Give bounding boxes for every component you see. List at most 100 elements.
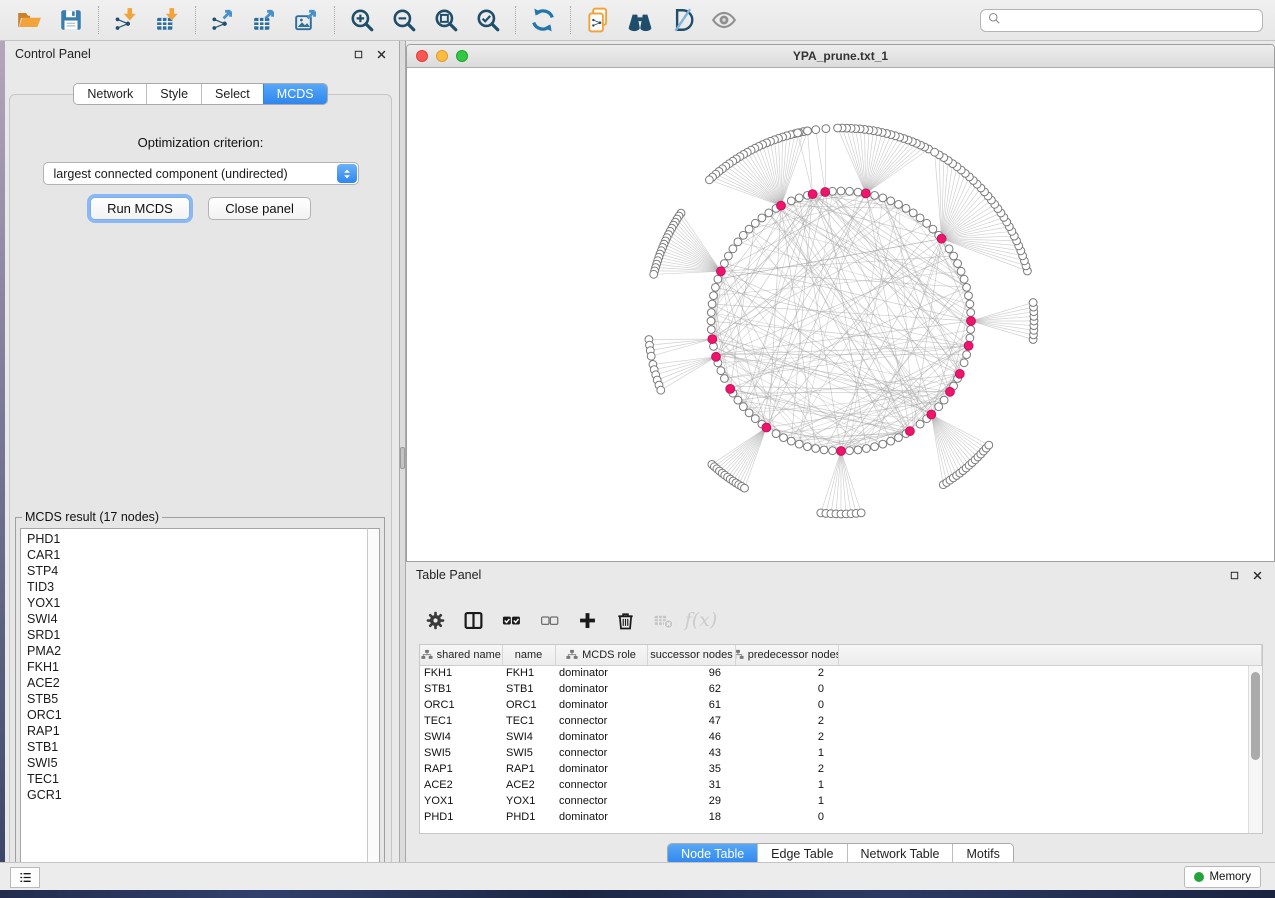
export-image-button[interactable] xyxy=(290,3,324,37)
cell-MCDS-role: connector xyxy=(555,777,647,793)
mcds-result-item[interactable]: STB1 xyxy=(27,739,367,755)
table-row[interactable]: SWI4SWI4dominator462 xyxy=(420,729,1262,745)
tab-mcds[interactable]: MCDS xyxy=(263,84,327,104)
import-table-button[interactable] xyxy=(151,3,185,37)
show-columns-button[interactable] xyxy=(458,605,488,635)
mcds-result-item[interactable]: ACE2 xyxy=(27,675,367,691)
mcds-result-item[interactable]: GCR1 xyxy=(27,787,367,803)
table-row[interactable]: SWI5SWI5connector431 xyxy=(420,745,1262,761)
mcds-result-item[interactable]: RAP1 xyxy=(27,723,367,739)
tab-motifs[interactable]: Motifs xyxy=(952,844,1012,864)
plus-icon xyxy=(577,610,598,631)
window-zoom-traffic-light[interactable] xyxy=(456,50,468,62)
column-header-predecessor-nodes[interactable]: predecessor nodes xyxy=(735,645,838,665)
mcds-result-item[interactable]: STP4 xyxy=(27,563,367,579)
search-icon xyxy=(987,11,1006,31)
run-mcds-button[interactable]: Run MCDS xyxy=(90,197,190,220)
toolbar-separator xyxy=(195,6,196,34)
close-panel-button[interactable]: Close panel xyxy=(208,197,311,220)
table-row[interactable]: YOX1YOX1connector291 xyxy=(420,793,1262,809)
search-input[interactable] xyxy=(1006,13,1256,29)
vertical-splitter[interactable] xyxy=(399,41,406,862)
optimization-criterion-dropdown[interactable]: largest connected component (undirected) xyxy=(43,162,359,185)
cell-predecessor-nodes: 0 xyxy=(735,681,838,697)
delete-button[interactable] xyxy=(610,605,640,635)
table-row[interactable]: ACE2ACE2connector311 xyxy=(420,777,1262,793)
cell-name: FKH1 xyxy=(502,665,555,681)
search-box[interactable] xyxy=(980,9,1263,32)
column-header-successor-nodes[interactable]: successor nodes xyxy=(647,645,735,665)
column-header-MCDS-role[interactable]: MCDS role xyxy=(555,645,647,665)
table-row[interactable]: PHD1PHD1dominator180 xyxy=(420,809,1262,825)
mcds-result-item[interactable]: TEC1 xyxy=(27,771,367,787)
apply-layout-button[interactable] xyxy=(526,3,560,37)
panel-menu-button[interactable] xyxy=(10,867,40,888)
open-session-button[interactable] xyxy=(12,3,46,37)
control-panel-float-button[interactable] xyxy=(351,47,366,62)
mcds-result-item[interactable]: STB5 xyxy=(27,691,367,707)
table-panel-float-button[interactable] xyxy=(1227,568,1242,583)
cell-predecessor-nodes: 2 xyxy=(735,761,838,777)
window-close-traffic-light[interactable] xyxy=(416,50,428,62)
mcds-result-item[interactable]: SWI4 xyxy=(27,611,367,627)
splitter-handle[interactable] xyxy=(400,447,405,469)
float-icon xyxy=(1229,570,1240,581)
table-panel-close-button[interactable] xyxy=(1250,568,1265,583)
table-row[interactable]: FKH1FKH1dominator962 xyxy=(420,665,1262,681)
cell-name: SWI4 xyxy=(502,729,555,745)
export-table-button[interactable] xyxy=(248,3,282,37)
table-settings-button[interactable] xyxy=(420,605,450,635)
cell-name: STB1 xyxy=(502,681,555,697)
export-table-icon xyxy=(252,7,278,33)
table-row[interactable]: ORC1ORC1dominator610 xyxy=(420,697,1262,713)
mcds-result-item[interactable]: YOX1 xyxy=(27,595,367,611)
window-minimize-traffic-light[interactable] xyxy=(436,50,448,62)
table-row[interactable]: STB1STB1dominator620 xyxy=(420,681,1262,697)
cell-shared-name: FKH1 xyxy=(420,665,502,681)
show-details-button[interactable] xyxy=(707,3,741,37)
zoom-selected-button[interactable] xyxy=(471,3,505,37)
cell-name: YOX1 xyxy=(502,793,555,809)
mcds-result-item[interactable]: SRD1 xyxy=(27,627,367,643)
mcds-result-scrollbar[interactable] xyxy=(367,528,380,873)
deselect-all-rows-button[interactable] xyxy=(534,605,564,635)
network-canvas[interactable] xyxy=(407,68,1275,562)
mcds-result-item[interactable]: PMA2 xyxy=(27,643,367,659)
add-button[interactable] xyxy=(572,605,602,635)
control-panel: Control Panel NetworkStyleSelectMCDS Opt… xyxy=(5,41,399,862)
hide-details-button[interactable] xyxy=(665,3,699,37)
save-session-button[interactable] xyxy=(54,3,88,37)
mcds-result-item[interactable]: PHD1 xyxy=(27,531,367,547)
export-network-button[interactable] xyxy=(206,3,240,37)
import-network-button[interactable] xyxy=(109,3,143,37)
tab-style[interactable]: Style xyxy=(146,84,201,104)
table-row[interactable]: RAP1RAP1dominator352 xyxy=(420,761,1262,777)
mcds-result-item[interactable]: TID3 xyxy=(27,579,367,595)
tab-edge-table[interactable]: Edge Table xyxy=(757,844,846,864)
attribute-type-icon xyxy=(735,649,744,660)
control-panel-close-button[interactable] xyxy=(374,47,389,62)
new-network-from-selection-button[interactable] xyxy=(581,3,615,37)
zoom-in-button[interactable] xyxy=(345,3,379,37)
table-scrollbar-thumb[interactable] xyxy=(1251,672,1260,760)
select-all-rows-button[interactable] xyxy=(496,605,526,635)
zoom-out-button[interactable] xyxy=(387,3,421,37)
table-scrollbar[interactable] xyxy=(1248,666,1262,833)
network-window-titlebar[interactable]: YPA_prune.txt_1 xyxy=(407,45,1274,68)
column-header-shared-name[interactable]: shared name xyxy=(420,645,502,665)
tab-network[interactable]: Network xyxy=(74,84,146,104)
memory-button[interactable]: Memory xyxy=(1184,866,1261,888)
zoom-fit-button[interactable] xyxy=(429,3,463,37)
find-button[interactable] xyxy=(623,3,657,37)
cell-successor-nodes: 31 xyxy=(647,777,735,793)
mcds-result-item[interactable]: SWI5 xyxy=(27,755,367,771)
mcds-result-item[interactable]: CAR1 xyxy=(27,547,367,563)
network-view-window: YPA_prune.txt_1 xyxy=(406,44,1275,562)
table-row[interactable]: TEC1TEC1connector472 xyxy=(420,713,1262,729)
tab-node-table[interactable]: Node Table xyxy=(668,844,757,864)
tab-network-table[interactable]: Network Table xyxy=(847,844,953,864)
mcds-result-item[interactable]: ORC1 xyxy=(27,707,367,723)
mcds-result-item[interactable]: FKH1 xyxy=(27,659,367,675)
column-header-name[interactable]: name xyxy=(502,645,555,665)
tab-select[interactable]: Select xyxy=(201,84,263,104)
